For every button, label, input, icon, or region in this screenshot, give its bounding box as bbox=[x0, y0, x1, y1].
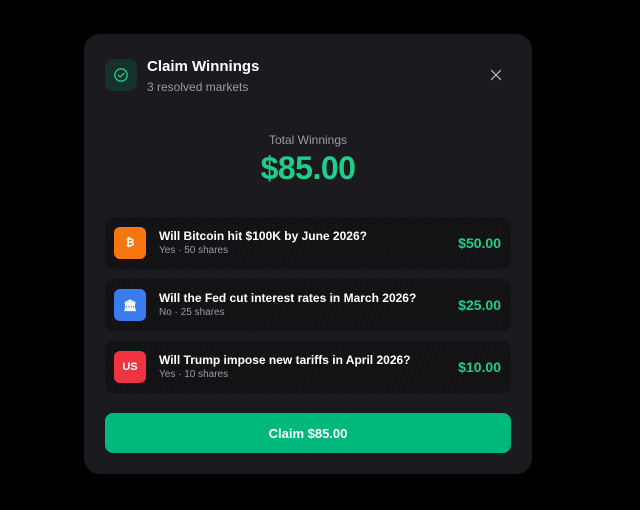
market-position: No · 25 shares bbox=[159, 307, 225, 318]
total-winnings-label: Total Winnings bbox=[268, 133, 348, 147]
market-question: Will the Fed cut interest rates in March… bbox=[159, 291, 417, 305]
total-winnings-amount: $85.00 bbox=[260, 150, 356, 186]
market-question: Will Bitcoin hit $100K by June 2026? bbox=[159, 229, 367, 243]
market-row-tariffs: US Will Trump impose new tariffs in Apri… bbox=[105, 341, 511, 393]
modal-subtitle: 3 resolved markets bbox=[147, 80, 249, 94]
market-position: Yes · 10 shares bbox=[159, 369, 229, 380]
close-icon bbox=[490, 69, 502, 81]
bitcoin-icon: ₿ bbox=[114, 227, 146, 259]
modal-title: Claim Winnings bbox=[147, 58, 260, 75]
bank-icon-glyph: 🏛 bbox=[123, 299, 137, 312]
market-winnings: $25.00 bbox=[458, 297, 501, 313]
bank-icon: 🏛 bbox=[114, 289, 146, 321]
market-position: Yes · 50 shares bbox=[159, 245, 229, 256]
market-winnings: $10.00 bbox=[458, 359, 501, 375]
claim-winnings-modal: Claim Winnings 3 resolved markets Total … bbox=[84, 34, 532, 474]
us-flag-icon: US bbox=[114, 351, 146, 383]
claim-button[interactable]: Claim $85.00 bbox=[105, 413, 511, 453]
close-button[interactable] bbox=[487, 66, 505, 84]
us-flag-icon-glyph: US bbox=[122, 361, 138, 373]
market-list: ₿ Will Bitcoin hit $100K by June 2026? Y… bbox=[105, 217, 511, 403]
market-row-bitcoin: ₿ Will Bitcoin hit $100K by June 2026? Y… bbox=[105, 217, 511, 269]
market-question: Will Trump impose new tariffs in April 2… bbox=[159, 353, 411, 367]
bitcoin-icon-glyph: ₿ bbox=[125, 237, 135, 249]
market-row-fed: 🏛 Will the Fed cut interest rates in Mar… bbox=[105, 279, 511, 331]
market-winnings: $50.00 bbox=[458, 235, 501, 251]
check-circle-icon bbox=[105, 59, 137, 91]
